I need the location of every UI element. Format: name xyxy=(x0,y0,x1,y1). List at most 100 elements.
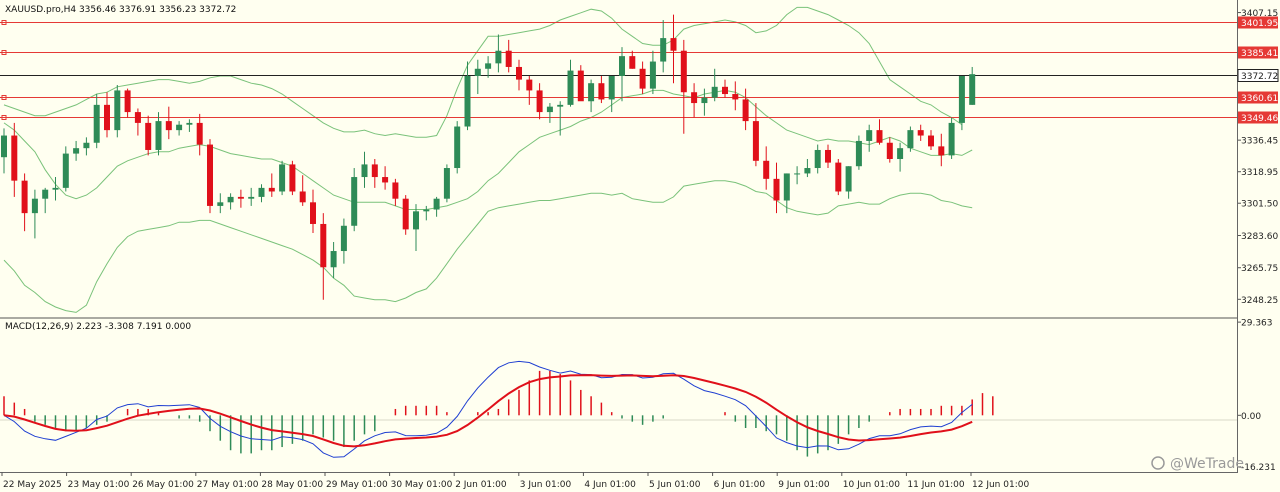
time-tick-label: 3 Jun 01:00 xyxy=(520,480,572,490)
level-label-4: 3349.46 xyxy=(1241,114,1278,124)
candle-body xyxy=(742,99,749,122)
time-tick-label: 4 Jun 01:00 xyxy=(584,480,636,490)
candle-body xyxy=(732,94,739,100)
candle-body xyxy=(11,135,18,181)
candle-body xyxy=(660,38,667,62)
macd-header: MACD(12,26,9) 2.223 -3.308 7.191 0.000 xyxy=(5,322,191,332)
candle-body xyxy=(752,121,759,161)
candle-body xyxy=(330,251,337,268)
candle xyxy=(835,159,842,196)
candle-body xyxy=(670,38,677,51)
time-tick-label: 22 May 2025 xyxy=(3,480,62,490)
candle xyxy=(114,85,121,138)
candle-body xyxy=(289,164,296,192)
candle xyxy=(289,160,296,196)
candle-body xyxy=(413,211,419,230)
candle-body xyxy=(392,182,399,199)
candle-body xyxy=(248,196,255,199)
level-label-3: 3360.61 xyxy=(1241,94,1278,104)
candle-body xyxy=(649,61,656,89)
candle-body xyxy=(361,164,368,178)
candle-body xyxy=(443,168,450,199)
candle-body xyxy=(114,90,121,131)
candle-body xyxy=(845,166,852,192)
time-tick-label: 5 Jun 01:00 xyxy=(649,480,701,490)
candle-body xyxy=(124,90,131,113)
candle xyxy=(907,126,914,152)
candle-body xyxy=(268,187,275,192)
candle-body xyxy=(794,173,801,175)
candle-body xyxy=(639,68,646,89)
candle-body xyxy=(134,112,141,123)
time-tick-label: 28 May 01:00 xyxy=(261,480,323,490)
candle-body xyxy=(42,189,49,199)
candle-body xyxy=(886,142,893,159)
candle xyxy=(207,139,213,214)
candle-body xyxy=(340,225,347,252)
candle-body xyxy=(722,86,728,95)
macd-axis: 29.363 0.00 -16.231 xyxy=(1238,319,1276,473)
macd-tick-label: 0.00 xyxy=(1241,412,1261,422)
candle xyxy=(948,117,955,159)
time-tick-label: 23 May 01:00 xyxy=(68,480,130,490)
time-tick-label: 30 May 01:00 xyxy=(391,480,453,490)
candle-body xyxy=(279,164,286,192)
candle-body xyxy=(237,196,244,199)
candle-body xyxy=(969,74,976,105)
candle-body xyxy=(145,122,152,150)
candle-body xyxy=(588,83,595,102)
candle xyxy=(351,168,358,232)
candle-body xyxy=(227,196,234,203)
candle-body xyxy=(93,104,100,143)
price-pane[interactable] xyxy=(0,0,1238,318)
candle-body xyxy=(474,68,481,76)
candle-body xyxy=(783,173,790,201)
candle xyxy=(279,160,286,196)
candle-body xyxy=(1,135,7,158)
candle-body xyxy=(608,75,615,100)
candle-body xyxy=(928,135,934,147)
time-tick-label: 9 Jun 01:00 xyxy=(778,480,830,490)
watermark: @WeTrade xyxy=(1151,456,1244,472)
candle-body xyxy=(495,50,502,64)
candle-body xyxy=(804,168,811,174)
price-tick-label: 3336.45 xyxy=(1241,137,1278,147)
macd-tick-label: -16.231 xyxy=(1241,463,1276,473)
candle-body xyxy=(258,187,265,197)
watermark-text: @WeTrade xyxy=(1170,456,1244,472)
candle-body xyxy=(505,50,512,67)
candle-body xyxy=(917,130,924,136)
time-tick-label: 12 Jun 01:00 xyxy=(972,480,1029,490)
candle-body xyxy=(320,223,327,268)
candle-body xyxy=(165,121,172,131)
candle-body xyxy=(31,198,38,214)
candle-body xyxy=(454,126,461,169)
candle-body xyxy=(83,142,90,149)
price-tick-label: 3301.50 xyxy=(1241,200,1278,210)
time-tick-label: 2 Jun 01:00 xyxy=(455,480,507,490)
price-tick-label: 3265.75 xyxy=(1241,264,1278,274)
candle-body xyxy=(62,153,69,188)
candle-body xyxy=(567,70,574,105)
time-tick-label: 29 May 01:00 xyxy=(326,480,388,490)
candle-body xyxy=(680,50,687,93)
candle-body xyxy=(711,86,718,98)
candle-body xyxy=(546,106,553,113)
price-pane-bg xyxy=(0,0,1238,318)
candle-body xyxy=(382,177,389,183)
candle-body xyxy=(73,148,80,154)
candle-body xyxy=(526,79,533,91)
candle-body xyxy=(814,149,821,169)
macd-pane[interactable] xyxy=(0,360,1238,458)
price-tick-label: 3318.95 xyxy=(1241,168,1278,178)
current-price-label: 3372.72 xyxy=(1241,72,1278,82)
candle-body xyxy=(557,104,564,107)
candle-body xyxy=(855,140,862,167)
candle-body xyxy=(217,202,224,206)
candle-body xyxy=(907,130,914,149)
candle-body xyxy=(402,198,409,230)
candle xyxy=(577,65,584,102)
symbol-header: XAUUSD.pro,H4 3356.46 3376.91 3356.23 33… xyxy=(5,5,236,15)
candle-body xyxy=(176,124,183,131)
macd-signal-line xyxy=(3,374,973,448)
